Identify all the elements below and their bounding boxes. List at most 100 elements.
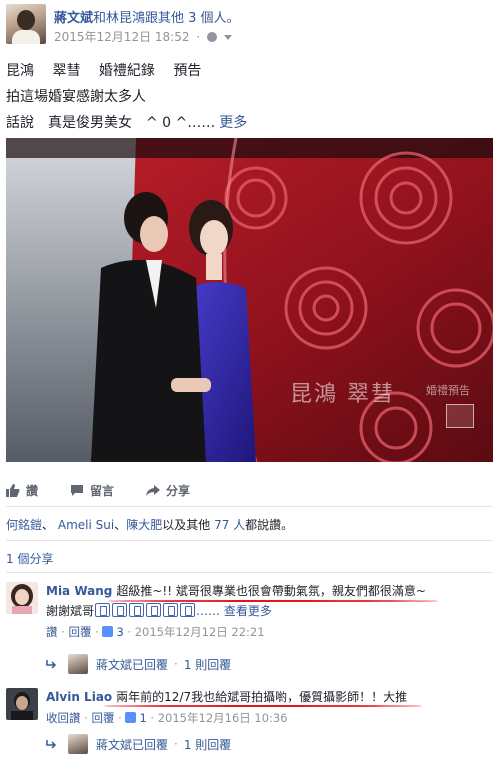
reply-summary[interactable]: 蔣文斌已回覆 · 1 則回覆 xyxy=(46,654,231,674)
chevron-down-icon[interactable] xyxy=(223,35,232,40)
meta-separator: · xyxy=(196,30,201,44)
share-button[interactable]: 分享 xyxy=(146,482,190,499)
post-text-line-1: 昆鴻 翠彗 婚禮紀錄 預告 xyxy=(6,58,494,84)
post-text-line-3-content: 話說 真是俊男美女 ^ 0 ^…… xyxy=(6,115,216,131)
comment-text-line: Alvin Liao 兩年前的12/7我也給斌哥拍攝喲，優質攝影師！！大推 xyxy=(46,688,492,706)
likes-summary: 何銘鎧、 Ameli Sui、陳大肥以及其他 77 人都說讚。 xyxy=(6,516,293,533)
tagged-people[interactable]: 和林昆鴻跟其他 3 個人。 xyxy=(93,11,240,26)
commenter-photo xyxy=(6,688,38,720)
comment-button-label: 留言 xyxy=(90,483,115,498)
reply-count: 1 則回覆 xyxy=(183,737,232,752)
post-action-bar: 讚 留言 分享 xyxy=(6,478,222,502)
comment-meta: 讚 · 回覆 · 3 · 2015年12月12日 22:21 xyxy=(46,623,492,641)
commenter-photo xyxy=(6,582,38,614)
like-button-label: 讚 xyxy=(26,483,39,498)
comment-like-count[interactable]: 3 xyxy=(116,625,123,639)
comment-reply-link[interactable]: 回覆 xyxy=(91,711,114,725)
post-tag-1: 昆鴻 xyxy=(6,63,34,79)
comment-body: Alvin Liao 兩年前的12/7我也給斌哥拍攝喲，優質攝影師！！大推 收回讚… xyxy=(46,688,492,727)
share-icon xyxy=(146,484,161,496)
comment-text: 兩年前的12/7我也給斌哥拍攝喲，優質攝影師！！大推 xyxy=(116,690,408,704)
likes-suffix: 都說讚。 xyxy=(245,518,294,532)
post-header-line: 蔣文斌和林昆鴻跟其他 3 個人。 xyxy=(54,7,240,26)
post-timestamp[interactable]: 2015年12月12日 18:52 xyxy=(54,30,189,44)
comment-icon xyxy=(71,484,84,496)
post-photo[interactable]: 昆鴻 翠彗 婚禮預告 xyxy=(6,138,493,462)
comment-unlike-link[interactable]: 收回讚 xyxy=(46,711,81,725)
meta-dot: · xyxy=(118,711,122,725)
post-header: 蔣文斌和林昆鴻跟其他 3 個人。 2015年12月12日 18:52 · xyxy=(6,4,496,50)
comment-timestamp[interactable]: 2015年12月16日 10:36 xyxy=(158,711,288,725)
comment-text-line: Mia Wang 超級推~!! 斌哥很專業也很會帶動氣氛，親友們都很滿意~ xyxy=(46,582,492,600)
likes-separator-1: 、 xyxy=(42,518,55,532)
photo-watermark-subtitle: 婚禮預告 xyxy=(426,384,470,397)
like-button[interactable]: 讚 xyxy=(6,482,38,499)
like-emoji-icon xyxy=(112,603,128,617)
see-more-comment-link[interactable]: …… 查看更多 xyxy=(196,604,272,618)
reply-author: 蔣文斌已回覆 xyxy=(96,657,169,672)
reply-arrow-icon xyxy=(46,740,57,749)
liker-1[interactable]: 何銘鎧 xyxy=(6,518,42,532)
like-emoji-icon xyxy=(146,603,162,617)
see-more-link[interactable]: 更多 xyxy=(219,115,247,131)
meta-dot: · xyxy=(150,711,155,725)
like-emoji-icon xyxy=(180,603,196,617)
meta-dot: · xyxy=(95,625,99,639)
annotation-underline xyxy=(108,600,438,602)
meta-dot: · xyxy=(61,625,65,639)
meta-dot: · xyxy=(127,625,132,639)
post-text-line-3: 話說 真是俊男美女 ^ 0 ^…… 更多 xyxy=(6,110,494,136)
comment-button[interactable]: 留言 xyxy=(70,482,114,499)
meta-dot: · xyxy=(174,657,178,671)
globe-icon[interactable] xyxy=(206,32,217,42)
post-tag-2: 翠彗 xyxy=(52,63,81,79)
meta-dot: · xyxy=(84,711,88,725)
photo-watermark-logo xyxy=(446,404,474,428)
divider xyxy=(6,506,493,507)
post-tag-4: 預告 xyxy=(173,63,202,79)
comment-meta: 收回讚 · 回覆 · 1 · 2015年12月16日 10:36 xyxy=(46,709,492,727)
reply-author-avatar xyxy=(68,734,88,754)
like-emoji-icon xyxy=(129,603,145,617)
post-tag-3: 婚禮紀錄 xyxy=(98,63,155,79)
thumbs-up-icon xyxy=(6,483,20,497)
post-meta: 2015年12月12日 18:52 · xyxy=(54,28,232,45)
comment-reply-link[interactable]: 回覆 xyxy=(68,625,91,639)
post-text: 昆鴻 翠彗 婚禮紀錄 預告 拍這場婚宴感謝太多人 話說 真是俊男美女 ^ 0 ^… xyxy=(6,58,494,136)
share-button-label: 分享 xyxy=(166,483,191,498)
photo-watermark-names: 昆鴻 翠彗 xyxy=(290,382,395,407)
reply-arrow-icon xyxy=(46,660,57,669)
meta-dot: · xyxy=(174,737,178,751)
wedding-photo-illustration xyxy=(6,138,493,462)
comment-timestamp[interactable]: 2015年12月12日 22:21 xyxy=(135,625,265,639)
divider xyxy=(6,540,493,541)
shares-count[interactable]: 1 個分享 xyxy=(6,550,53,567)
comment-text: 超級推~!! 斌哥很專業也很會帶動氣氛，親友們都很滿意~ xyxy=(116,584,426,598)
commenter-avatar[interactable] xyxy=(6,582,38,614)
comment-body: Mia Wang 超級推~!! 斌哥很專業也很會帶動氣氛，親友們都很滿意~ 謝謝斌… xyxy=(46,582,492,641)
likes-separator-2: 、 xyxy=(114,518,127,532)
like-emoji-icon xyxy=(163,603,179,617)
reply-count: 1 則回覆 xyxy=(183,657,232,672)
likes-others-count[interactable]: 77 人 xyxy=(214,518,245,532)
annotation-underline xyxy=(104,705,422,707)
thumbs-up-icon xyxy=(102,626,114,637)
reply-summary[interactable]: 蔣文斌已回覆 · 1 則回覆 xyxy=(46,734,231,754)
comment-like-count[interactable]: 1 xyxy=(139,711,146,725)
post-text-line-2: 拍這場婚宴感謝太多人 xyxy=(6,89,146,105)
divider xyxy=(6,572,493,573)
like-emoji-icon xyxy=(95,603,111,617)
author-avatar[interactable] xyxy=(6,4,46,44)
commenter-name[interactable]: Mia Wang xyxy=(46,584,112,598)
comment-text-line-2: 謝謝斌哥 …… 查看更多 xyxy=(46,602,492,620)
author-name[interactable]: 蔣文斌 xyxy=(54,11,93,26)
liker-2[interactable]: Ameli Sui xyxy=(58,518,114,532)
comment-text-prefix: 謝謝斌哥 xyxy=(46,604,95,618)
reply-author-avatar xyxy=(68,654,88,674)
comment-like-link[interactable]: 讚 xyxy=(46,625,58,639)
commenter-name[interactable]: Alvin Liao xyxy=(46,690,112,704)
thumbs-up-icon xyxy=(125,712,137,723)
reply-author: 蔣文斌已回覆 xyxy=(96,737,169,752)
liker-3[interactable]: 陳大肥 xyxy=(126,518,162,532)
commenter-avatar[interactable] xyxy=(6,688,38,720)
